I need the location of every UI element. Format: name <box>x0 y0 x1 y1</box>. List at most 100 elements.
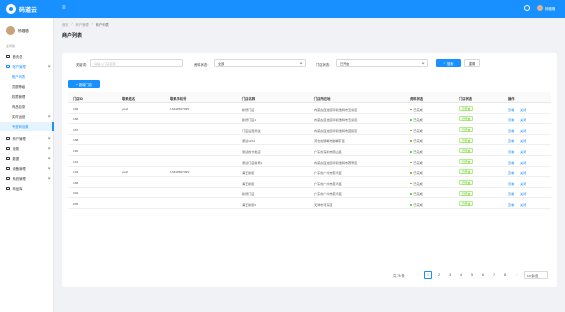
sidebar-item-account-list[interactable]: 账户列表 <box>0 72 54 81</box>
cell-id: 204 <box>73 191 79 196</box>
table-row: 205 海王新街2 天津市河东区 已完成 已开启 查看 关闭 <box>68 198 551 209</box>
sidebar-item-account-mgmt[interactable]: 账户管理 <box>0 62 54 71</box>
info-status-text: 已完成 <box>413 160 423 165</box>
page-button[interactable]: 3 <box>446 271 454 279</box>
cell-id: 185 <box>73 106 79 111</box>
prev-page-button[interactable]: ‹ <box>414 271 422 279</box>
view-link[interactable]: 查看 <box>508 202 514 207</box>
cell-id: 188 <box>73 138 79 143</box>
column-header: 联系姓名 <box>122 97 136 101</box>
cell-phone: 13349567095 <box>170 170 189 175</box>
chevron-down-icon <box>47 176 51 180</box>
info-status-text: 已完成 <box>413 192 423 197</box>
sidebar-item-merchant[interactable]: 商户管理 <box>0 134 54 143</box>
sidebar-item-catalog[interactable]: 商品目录 <box>0 102 54 111</box>
close-link[interactable]: 关闭 <box>520 107 526 112</box>
page-size-select[interactable]: 10 条/页 <box>524 271 548 279</box>
sidebar-item-label: 设置 <box>12 147 20 151</box>
view-link[interactable]: 查看 <box>508 181 514 186</box>
cell-info-status: 已完成 <box>410 181 423 186</box>
view-link[interactable]: 查看 <box>508 170 514 175</box>
chevron-down-icon <box>47 166 51 170</box>
view-link[interactable]: 查看 <box>508 138 514 143</box>
cell-addr: 广东省广州市荔湾区 <box>314 181 342 186</box>
cell-store: 测试的卡批店 <box>242 149 261 154</box>
cell-info-status: 已完成 <box>410 138 423 143</box>
cell-addr: 内蒙古自治区呼和浩特市回民区 <box>314 128 358 133</box>
cell-info-status: 已完成 <box>410 160 423 165</box>
settings-icon[interactable] <box>524 5 530 11</box>
sidebar-item-operations[interactable]: 实时运营 <box>0 112 54 121</box>
sidebar-avatar <box>6 26 15 35</box>
page-button[interactable]: 4 <box>457 271 465 279</box>
status-badge: 已开启 <box>459 201 474 207</box>
sidebar-item-home[interactable]: 首页总 <box>0 52 54 61</box>
view-link[interactable]: 查看 <box>508 160 514 165</box>
device-icon <box>6 166 10 171</box>
view-link[interactable]: 查看 <box>508 107 514 112</box>
sidebar-item-levels[interactable]: 员额等级 <box>0 82 54 91</box>
menu-icon[interactable]: ≡ <box>62 5 68 11</box>
sidebar-item-label: 实时运营 <box>12 115 26 119</box>
status-dot <box>410 172 412 174</box>
sidebar-item-products[interactable]: 商品库 <box>0 184 54 193</box>
page-button[interactable]: 5 <box>468 271 476 279</box>
search-button[interactable]: ⌕ 搜索 <box>436 59 461 67</box>
view-link[interactable]: 查看 <box>508 191 514 196</box>
view-link[interactable]: 查看 <box>508 117 514 122</box>
store-status-select[interactable]: 已开启 <box>336 59 428 67</box>
sidebar-item-settings[interactable]: 设置 <box>0 144 54 153</box>
info-status-text: 已完成 <box>413 107 423 112</box>
page-button[interactable]: 8 <box>501 271 509 279</box>
add-store-button[interactable]: + 新增门店 <box>68 80 100 88</box>
breadcrumb-home[interactable]: 首页 <box>62 22 69 27</box>
reset-button[interactable]: 重置 <box>464 59 480 67</box>
page-button[interactable]: 1 <box>424 271 432 279</box>
view-link[interactable]: 查看 <box>508 149 514 154</box>
close-link[interactable]: 关闭 <box>520 128 526 133</box>
merchant-icon <box>6 136 10 141</box>
sidebar-item-devices[interactable]: 设备管理 <box>0 164 54 173</box>
sidebar-item-system[interactable]: 系统管理 <box>0 174 54 183</box>
header-avatar[interactable] <box>537 5 543 11</box>
table-row: 186 新增门店1 内蒙古自治区呼和浩特市玉泉区 已完成 已开启 查看 关闭 <box>68 114 551 125</box>
close-link[interactable]: 关闭 <box>520 202 526 207</box>
view-link[interactable]: 查看 <box>508 128 514 133</box>
sidebar-item-permissions[interactable]: 权限管理 <box>0 92 54 101</box>
pagination-total: 共 76 条 <box>393 274 405 278</box>
page-button[interactable]: 2 <box>435 271 443 279</box>
close-link[interactable]: 关闭 <box>520 149 526 154</box>
status-badge: 已开启 <box>459 169 474 175</box>
brand-logo[interactable]: 码道云 <box>6 3 37 15</box>
close-link[interactable]: 关闭 <box>520 170 526 175</box>
cell-store: 门店设置测试 <box>242 128 261 133</box>
home-icon <box>6 54 10 59</box>
sidebar-item-label: 账户管理 <box>12 65 26 69</box>
keyword-input[interactable]: 请输入门店名称 <box>90 59 183 67</box>
info-status-text: 已完成 <box>413 171 423 176</box>
cell-addr: 广东省广州市荔湾区 <box>314 171 342 176</box>
breadcrumb-parent[interactable]: 商户管理 <box>76 22 89 27</box>
cell-name: yoaf <box>122 106 128 111</box>
chart-icon <box>6 156 10 161</box>
cell-addr: 河北省邯郸市邯郸矿区 <box>314 139 345 144</box>
close-link[interactable]: 关闭 <box>520 160 526 165</box>
sidebar-item-dealer-settings[interactable]: 专营商设置 <box>0 122 54 131</box>
store-status-value: 已开启 <box>340 61 350 66</box>
page-button[interactable]: 7 <box>490 271 498 279</box>
close-link[interactable]: 关闭 <box>520 181 526 186</box>
status-badge: 已开启 <box>459 105 474 111</box>
page-button[interactable]: 6 <box>479 271 487 279</box>
close-link[interactable]: 关闭 <box>520 117 526 122</box>
next-page-button[interactable]: › <box>513 271 521 279</box>
pagination: 共 76 条 ‹ 12345678 › 10 条/页 <box>382 271 550 279</box>
header-username[interactable]: 杨璐璐 <box>545 6 555 11</box>
cell-addr: 广东省广州市荔湾区 <box>314 192 342 197</box>
close-link[interactable]: 关闭 <box>520 191 526 196</box>
info-status-select[interactable]: 全部 <box>214 59 306 67</box>
breadcrumb-separator: / <box>91 22 93 26</box>
cell-info-status: 已完成 <box>410 128 423 133</box>
sidebar-item-data[interactable]: 数据 <box>0 154 54 163</box>
close-link[interactable]: 关闭 <box>520 138 526 143</box>
cell-addr: 广东省深圳市南山区 <box>314 149 342 154</box>
